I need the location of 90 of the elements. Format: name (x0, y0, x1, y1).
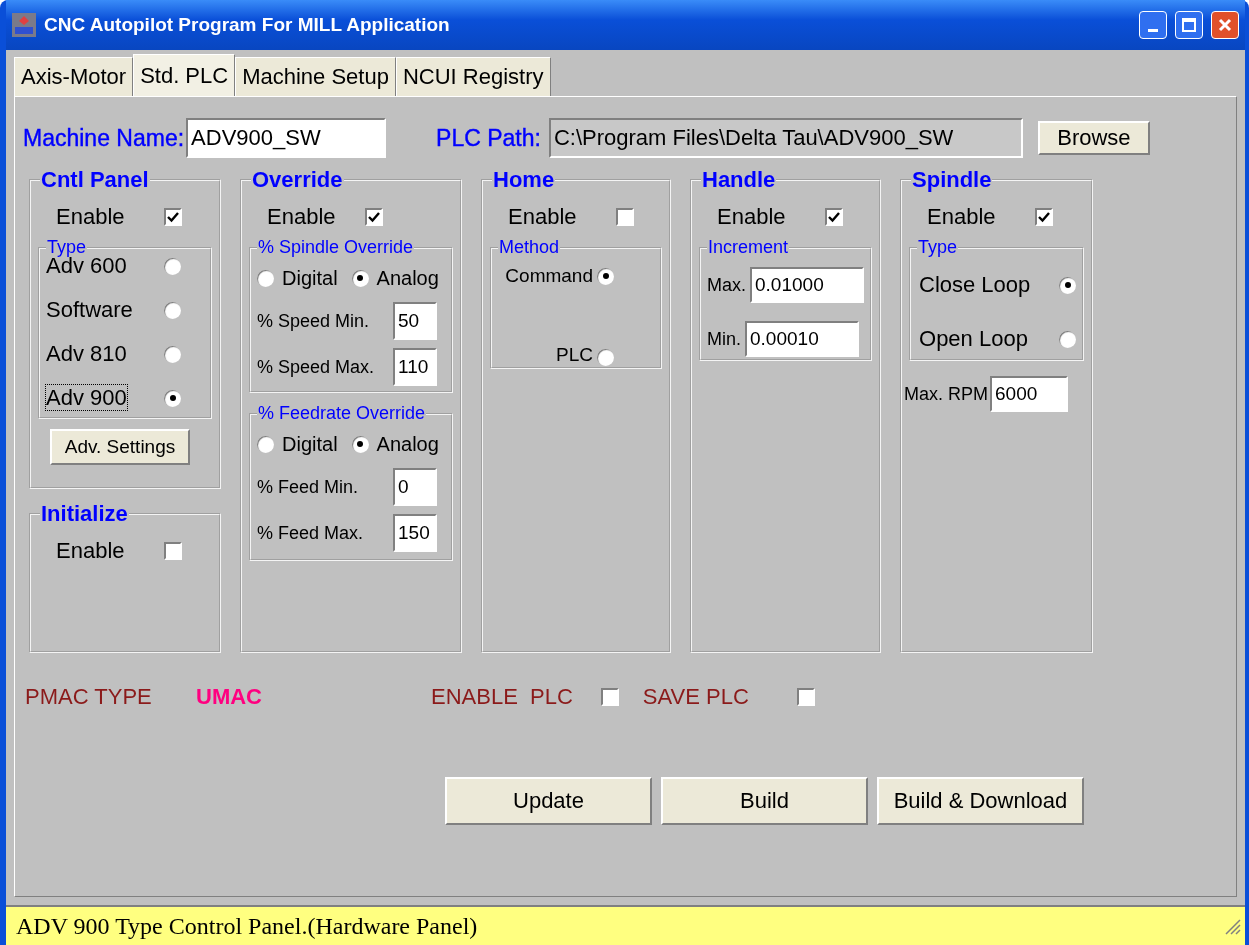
group-title: % Feedrate Override (257, 403, 427, 424)
group-title: Initialize (40, 501, 129, 527)
radio-button[interactable] (257, 435, 274, 453)
tab[interactable]: Machine Setup (235, 57, 396, 96)
field-label: % Speed Min. (257, 310, 371, 332)
close-icon (1218, 18, 1232, 32)
number-field[interactable]: 110 (393, 348, 437, 386)
option-label: Digital (282, 432, 338, 456)
enable-label: Enable (267, 204, 337, 230)
enable-label: Enable (927, 204, 997, 230)
plc-path-label: PLC Path: (436, 124, 541, 152)
enable-label: Enable (717, 204, 787, 230)
tab[interactable]: Axis-Motor (14, 57, 134, 96)
minimize-icon (1148, 28, 1158, 32)
option-label: Analog (376, 432, 439, 456)
enable-label: Enable (56, 204, 126, 230)
window-title: CNC Autopilot Program For MILL Application (44, 14, 451, 36)
number-field[interactable]: 0.01000 (750, 267, 864, 303)
checkbox[interactable] (365, 208, 383, 226)
checkbox[interactable] (164, 542, 182, 560)
radio-button[interactable] (164, 301, 181, 319)
plc-path-field[interactable]: C:\Program Files\Delta Tau\ADV900_SW (548, 118, 1023, 158)
option-label: Adv 810 (46, 341, 128, 367)
close-button[interactable] (1211, 11, 1239, 39)
group-title: Method (498, 237, 561, 258)
group-title: Type (917, 237, 959, 258)
checkbox[interactable] (600, 688, 619, 706)
number-field[interactable]: 150 (393, 514, 437, 552)
minimize-button[interactable] (1139, 11, 1167, 39)
option-label: Analog (376, 266, 439, 290)
adv-settings-button[interactable]: Adv. Settings (50, 429, 190, 465)
resize-grip-icon (1223, 917, 1241, 935)
number-field[interactable]: 50 (393, 302, 437, 340)
field-label: Min. (707, 328, 741, 350)
action-button[interactable]: Update (445, 777, 652, 825)
option-label: Open Loop (919, 326, 1029, 352)
checkbox[interactable] (164, 208, 182, 226)
option-label: Digital (282, 266, 338, 290)
radio-button[interactable] (1059, 330, 1076, 348)
checkbox[interactable] (616, 208, 634, 226)
option-label: Adv 900 (46, 385, 128, 411)
browse-button[interactable]: Browse (1037, 121, 1150, 155)
group-title: Cntl Panel (40, 167, 150, 193)
enable-plc-label: ENABLE PLC (431, 684, 573, 710)
radio-button[interactable] (164, 389, 181, 407)
maximize-button[interactable] (1175, 11, 1203, 39)
group-title: Spindle (911, 167, 993, 193)
radio-button[interactable] (257, 269, 274, 287)
number-field[interactable]: 0 (393, 468, 437, 506)
action-button[interactable]: Build (661, 777, 868, 825)
machine-name-field[interactable]: ADV900_SW (186, 118, 387, 158)
radio-button[interactable] (351, 435, 369, 453)
option-label: Command (505, 265, 593, 287)
radio-button[interactable] (164, 345, 181, 363)
checkbox[interactable] (825, 208, 843, 226)
maximize-icon (1182, 18, 1196, 32)
group-title: Override (251, 167, 344, 193)
enable-label: Enable (508, 204, 578, 230)
checkbox[interactable] (796, 688, 815, 706)
radio-button[interactable] (597, 349, 614, 366)
radio-button[interactable] (1059, 276, 1076, 294)
field-label: % Feed Max. (257, 522, 365, 544)
field-label: Max. (707, 274, 746, 296)
app-icon (12, 13, 36, 37)
field-label: % Speed Max. (257, 356, 376, 378)
pmac-type-label: PMAC TYPE (25, 684, 153, 710)
pmac-type-value: UMAC (196, 684, 263, 710)
tab[interactable]: NCUI Registry (395, 57, 551, 96)
status-text: ADV 900 Type Control Panel.(Hardware Panel) (16, 912, 479, 940)
radio-button[interactable] (351, 269, 369, 287)
option-label: PLC (556, 344, 593, 366)
save-plc-label: SAVE PLC (642, 684, 749, 710)
radio-button[interactable] (597, 267, 614, 285)
group-title: Home (492, 167, 556, 193)
group-title: Increment (707, 237, 790, 258)
enable-label: Enable (56, 538, 126, 564)
field-label: Max. RPM (904, 383, 989, 405)
tab[interactable]: Std. PLC (133, 54, 236, 97)
machine-name-label: Machine Name: (23, 124, 185, 152)
action-button[interactable]: Build & Download (877, 777, 1084, 825)
number-field[interactable]: 0.00010 (745, 321, 859, 357)
checkbox[interactable] (1035, 208, 1053, 226)
group-title: % Spindle Override (257, 237, 415, 258)
group-title: Handle (701, 167, 777, 193)
radio-button[interactable] (164, 257, 181, 275)
option-label: Close Loop (919, 272, 1032, 298)
field-label: % Feed Min. (257, 476, 360, 498)
number-field[interactable]: 6000 (990, 376, 1069, 412)
option-label: Software (46, 297, 134, 323)
group-title: Type (46, 237, 88, 257)
